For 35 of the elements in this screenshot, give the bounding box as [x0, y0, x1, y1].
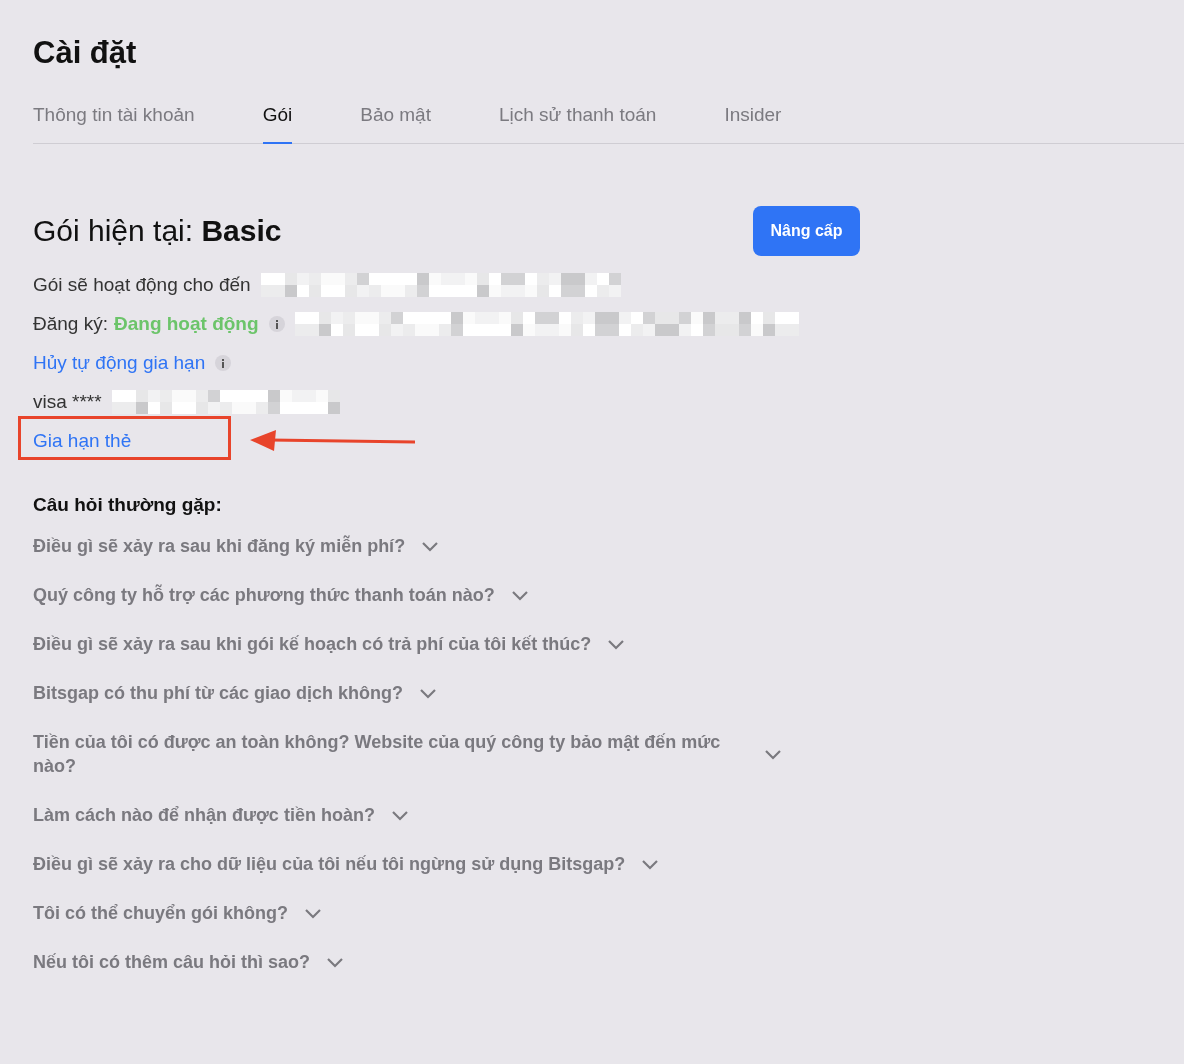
plan-heading: Gói hiện tại: Basic: [33, 214, 282, 248]
card-label: visa ****: [33, 391, 102, 413]
chevron-down-icon[interactable]: [326, 956, 345, 968]
faq-question[interactable]: Tôi có thể chuyển gói không?: [33, 901, 288, 925]
upgrade-button[interactable]: Nâng cấp: [753, 206, 860, 256]
chevron-down-icon[interactable]: [421, 540, 440, 552]
tab[interactable]: Insider: [724, 104, 782, 144]
tab[interactable]: Gói: [262, 104, 293, 144]
subscription-status: Đang hoạt động: [114, 313, 259, 335]
faq-question[interactable]: Tiền của tôi có được an toàn không? Website của quý công ty bảo mật đến mức nào?: [33, 730, 748, 778]
info-icon[interactable]: [268, 316, 285, 332]
tab[interactable]: Lịch sử thanh toán: [498, 104, 657, 144]
info-icon[interactable]: [215, 355, 232, 371]
faq-heading: Câu hỏi thường gặp:: [33, 494, 223, 516]
tab[interactable]: Thông tin tài khoản: [33, 104, 195, 144]
cancel-renewal-link[interactable]: Hủy tự động gia hạn: [33, 352, 206, 374]
renew-card-link[interactable]: Gia hạn thẻ: [33, 430, 132, 452]
chevron-down-icon[interactable]: [304, 907, 322, 919]
tab[interactable]: Bảo mật: [360, 104, 431, 144]
page-title: Cài đặt: [33, 34, 138, 72]
faq-question[interactable]: Quý công ty hỗ trợ các phương thức thanh toán nào?: [33, 583, 495, 607]
chevron-down-icon[interactable]: [607, 638, 626, 650]
chevron-down-icon[interactable]: [419, 687, 438, 699]
faq-question[interactable]: Bitsgap có thu phí từ các giao dịch không?: [33, 681, 404, 705]
faq-question[interactable]: Điều gì sẽ xảy ra sau khi đăng ký miễn phí?: [33, 534, 406, 558]
chevron-down-icon[interactable]: [510, 589, 529, 601]
faq-question[interactable]: Làm cách nào để nhận được tiền hoàn?: [33, 803, 375, 827]
faq-question[interactable]: Điều gì sẽ xảy ra cho dữ liệu của tôi nếu tôi ngừng sử dụng Bitsgap?: [33, 852, 626, 876]
subscription-label: Đăng ký:: [33, 313, 108, 335]
faq-question[interactable]: Nếu tôi có thêm câu hỏi thì sao?: [33, 950, 311, 974]
chevron-down-icon[interactable]: [390, 809, 409, 821]
active-until-label: Gói sẽ hoạt động cho đến: [33, 274, 251, 296]
chevron-down-icon[interactable]: [764, 748, 782, 760]
chevron-down-icon[interactable]: [641, 858, 660, 870]
faq-question[interactable]: Điều gì sẽ xảy ra sau khi gói kế hoạch có trả phí của tôi kết thúc?: [33, 632, 592, 656]
